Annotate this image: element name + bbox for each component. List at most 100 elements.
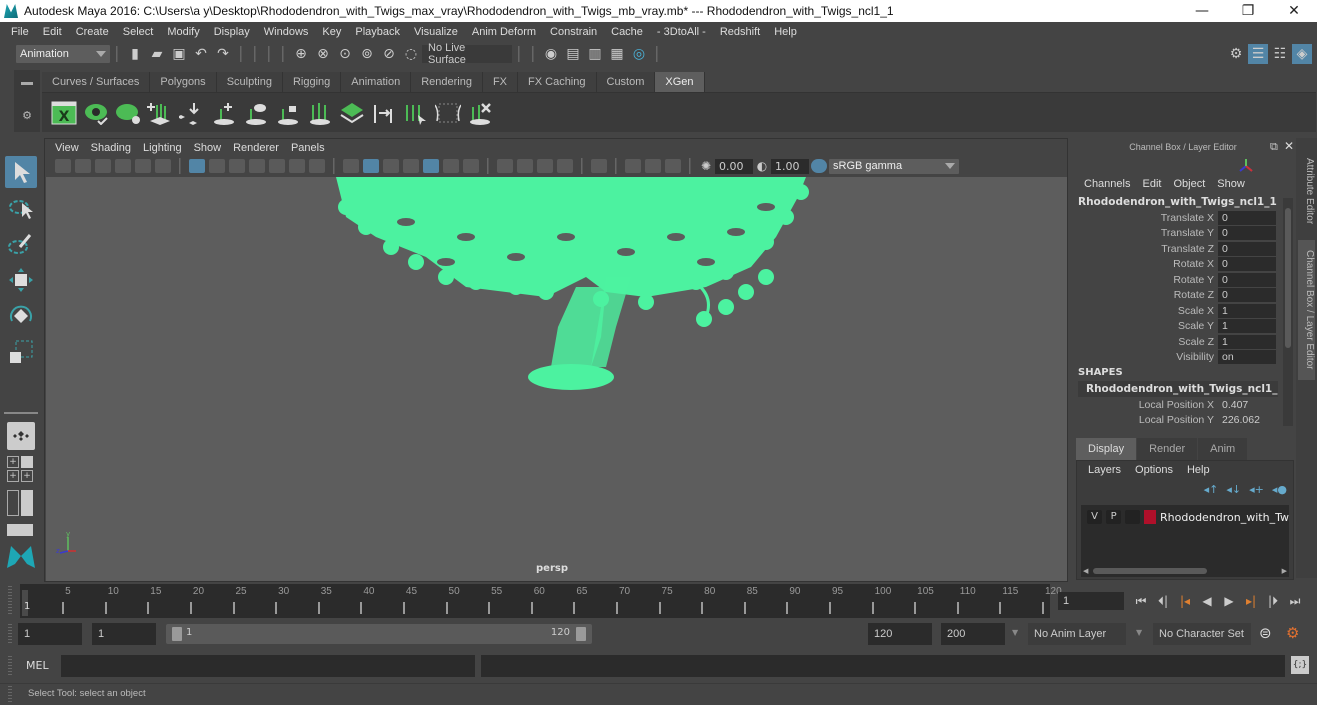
new-layer-icon[interactable]: ◂+ <box>1249 483 1264 496</box>
paint-selection-tool-icon[interactable] <box>5 228 37 260</box>
grip-handle[interactable] <box>8 624 12 644</box>
channel-row[interactable]: Scale Y1 <box>1072 319 1294 335</box>
gate-mask-icon[interactable] <box>249 159 265 173</box>
cb-menu-channels[interactable]: Channels <box>1078 178 1136 190</box>
render-settings-icon[interactable]: ▦ <box>607 44 627 64</box>
lasso-tool-icon[interactable] <box>5 192 37 224</box>
shelf-tab-rendering[interactable]: Rendering <box>411 72 483 92</box>
resolution-gate-icon[interactable] <box>229 159 245 173</box>
menu-3dtoall[interactable]: - 3DtoAll - <box>650 26 713 38</box>
layer-menu-help[interactable]: Help <box>1180 464 1217 476</box>
field-chart-icon[interactable] <box>269 159 285 173</box>
close-button[interactable]: ✕ <box>1271 3 1317 19</box>
character-set-dropdown-arrow-icon[interactable]: ▼ <box>1136 628 1142 637</box>
channel-value[interactable]: 1 <box>1218 303 1276 318</box>
exposure-field[interactable]: 0.00 <box>715 158 753 174</box>
menu-help[interactable]: Help <box>767 26 804 38</box>
xray-icon[interactable] <box>625 159 641 173</box>
gamma-icon[interactable]: ◐ <box>754 156 770 176</box>
save-scene-icon[interactable]: ▣ <box>169 44 189 64</box>
layer-menu-options[interactable]: Options <box>1128 464 1180 476</box>
menu-cache[interactable]: Cache <box>604 26 650 38</box>
smooth-shade-icon[interactable] <box>363 159 379 173</box>
wireframe-icon[interactable] <box>343 159 359 173</box>
float-panel-icon[interactable]: ⧉ <box>1270 140 1278 154</box>
shelf-tab-fx[interactable]: FX <box>482 72 519 92</box>
single-perspective-layout-icon[interactable] <box>7 422 35 450</box>
layer-color-swatch[interactable] <box>1144 510 1157 524</box>
shelf-tab-xgen[interactable]: XGen <box>655 72 705 92</box>
move-guides-icon[interactable] <box>371 100 397 126</box>
channel-value[interactable]: 1 <box>1218 334 1276 349</box>
snap-to-view-plane-icon[interactable]: ⊘ <box>379 44 399 64</box>
playback-end-field[interactable]: 120 <box>868 623 932 645</box>
channel-value[interactable]: 0 <box>1218 210 1276 225</box>
grease-pencil-icon[interactable] <box>155 159 171 173</box>
move-layer-up-icon[interactable]: ◂↑ <box>1204 483 1219 496</box>
menu-create[interactable]: Create <box>69 26 116 38</box>
use-all-lights-icon[interactable] <box>443 159 459 173</box>
channel-value[interactable]: 0 <box>1218 226 1276 241</box>
rhododendron-model[interactable] <box>46 177 1067 581</box>
rotate-tool-icon[interactable] <box>5 300 37 332</box>
minimize-button[interactable]: — <box>1179 3 1225 19</box>
shelf-tab-polygons[interactable]: Polygons <box>150 72 217 92</box>
vp-menu-panels[interactable]: Panels <box>285 142 331 154</box>
playback-start-field[interactable]: 1 <box>92 623 156 645</box>
wireframe-on-shaded-icon[interactable] <box>403 159 419 173</box>
channel-row[interactable]: Rotate X0 <box>1072 257 1294 273</box>
scrollbar-thumb[interactable] <box>1093 568 1207 574</box>
vp-menu-show[interactable]: Show <box>188 142 228 154</box>
image-plane-icon[interactable] <box>115 159 131 173</box>
xray-joints-icon[interactable] <box>665 159 681 173</box>
menu-display[interactable]: Display <box>207 26 257 38</box>
menu-redshift[interactable]: Redshift <box>713 26 767 38</box>
menu-visualize[interactable]: Visualize <box>407 26 465 38</box>
xray-active-components-icon[interactable] <box>645 159 661 173</box>
new-scene-icon[interactable]: ▮ <box>125 44 145 64</box>
step-forward-key-icon[interactable]: ▸| <box>1242 592 1260 610</box>
go-to-end-icon[interactable]: ⏭ <box>1286 592 1304 610</box>
snap-to-grid-icon[interactable]: ⊕ <box>291 44 311 64</box>
screen-space-ao-icon[interactable] <box>497 159 513 173</box>
menu-file[interactable]: File <box>4 26 36 38</box>
auto-key-icon[interactable]: ⊜ <box>1259 624 1272 642</box>
character-set-dropdown[interactable]: No Character Set <box>1153 623 1251 645</box>
undo-icon[interactable]: ↶ <box>191 44 211 64</box>
menu-playback[interactable]: Playback <box>348 26 407 38</box>
sculpt-guides-icon[interactable] <box>435 100 461 126</box>
menu-select[interactable]: Select <box>116 26 161 38</box>
animation-start-field[interactable]: 1 <box>18 623 82 645</box>
object-name[interactable]: Rhododendron_with_Twigs_ncl1_1 <box>1072 196 1294 210</box>
vp-menu-lighting[interactable]: Lighting <box>137 142 188 154</box>
layer-visibility-toggle[interactable]: V <box>1087 510 1103 524</box>
shelf-tab-sculpting[interactable]: Sculpting <box>216 72 283 92</box>
tab-channel-box-layer-editor[interactable]: Channel Box / Layer Editor <box>1298 240 1315 380</box>
2d-pan-zoom-icon[interactable] <box>135 159 151 173</box>
menu-edit[interactable]: Edit <box>36 26 69 38</box>
menu-modify[interactable]: Modify <box>160 26 206 38</box>
channel-value[interactable]: 0 <box>1218 257 1276 272</box>
create-patch-icon[interactable] <box>339 100 365 126</box>
vp-menu-shading[interactable]: Shading <box>85 142 137 154</box>
show-guides-icon[interactable] <box>243 100 269 126</box>
color-management-icon[interactable] <box>811 159 827 173</box>
channel-box-scrollbar[interactable] <box>1283 198 1293 426</box>
scale-tool-icon[interactable] <box>5 336 37 368</box>
animation-end-field[interactable]: 200 <box>941 623 1005 645</box>
shelf-tab-rigging[interactable]: Rigging <box>282 72 342 92</box>
anim-layer-dropdown-arrow-icon[interactable]: ▼ <box>1012 628 1018 637</box>
play-backwards-icon[interactable]: ◀ <box>1198 592 1216 610</box>
command-input[interactable] <box>61 655 475 677</box>
select-tool-icon[interactable] <box>5 156 37 188</box>
textured-icon[interactable] <box>423 159 439 173</box>
grip-handle[interactable] <box>8 586 12 616</box>
safe-action-icon[interactable] <box>289 159 305 173</box>
layer-menu-layers[interactable]: Layers <box>1081 464 1128 476</box>
channel-row[interactable]: Local Position X 0.407 <box>1072 397 1294 413</box>
layer-hscrollbar[interactable]: ◀ ▶ <box>1083 567 1287 575</box>
redo-icon[interactable]: ↷ <box>213 44 233 64</box>
shelf-tab-custom[interactable]: Custom <box>596 72 656 92</box>
vp-menu-renderer[interactable]: Renderer <box>227 142 285 154</box>
vp-menu-view[interactable]: View <box>49 142 85 154</box>
